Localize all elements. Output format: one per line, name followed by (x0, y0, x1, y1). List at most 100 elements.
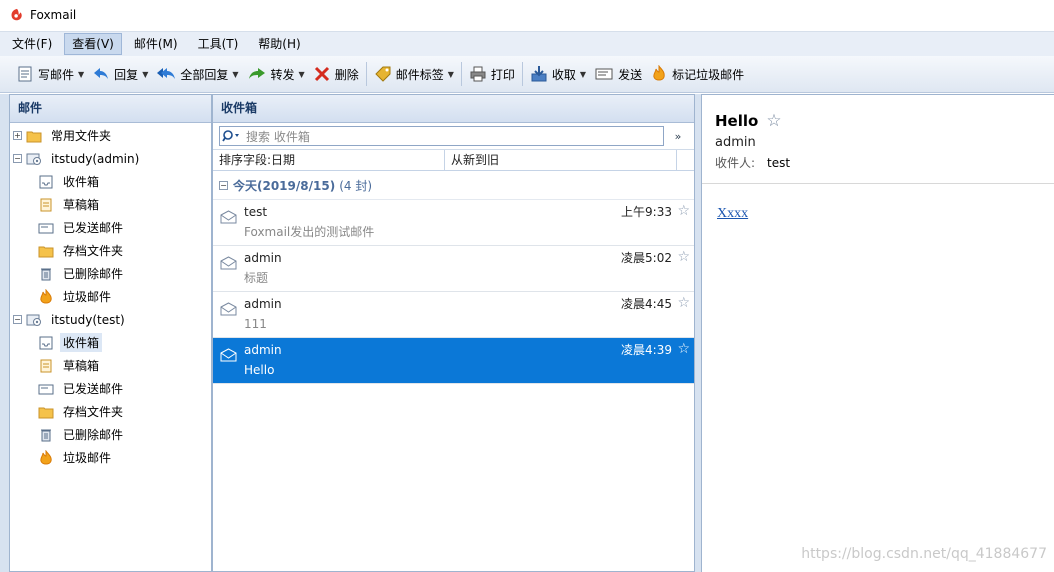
inbox-icon (39, 336, 53, 349)
chevron-down-icon[interactable]: ▼ (232, 70, 238, 79)
star-icon[interactable]: ☆ (677, 249, 690, 265)
menu-view[interactable]: 查看(V) (64, 33, 122, 55)
tree-item-deleted[interactable]: 已删除邮件 (10, 262, 211, 285)
collapse-icon[interactable]: − (13, 154, 22, 163)
recipient-value[interactable]: test (767, 156, 790, 170)
message-title-row: Hello ☆ (715, 111, 1054, 131)
tree-item-spam[interactable]: 垃圾邮件 (10, 285, 211, 308)
message-time: 凌晨4:45 (621, 297, 672, 311)
date-group-header[interactable]: − 今天(2019/8/15) (4 封) (213, 171, 694, 200)
sort-field-column[interactable]: 排序字段:日期 (213, 150, 445, 170)
printer-icon (470, 66, 486, 82)
message-body: Xxxx (702, 184, 1054, 222)
folder-label: 收件箱 (60, 333, 103, 352)
toolbar-separator (521, 62, 523, 86)
menu-mail[interactable]: 邮件(M) (126, 33, 186, 55)
collapse-icon[interactable]: − (13, 315, 22, 324)
tree-item-archive[interactable]: 存档文件夹 (10, 400, 211, 423)
mark-spam-button[interactable]: 标记垃圾邮件 (646, 59, 748, 89)
collapse-icon[interactable]: − (219, 180, 228, 190)
envelope-open-icon (220, 348, 237, 362)
tree-item-account-test[interactable]: − itstudy(test) (10, 308, 211, 331)
send-button[interactable]: 发送 (590, 59, 646, 89)
message-sender: admin (244, 297, 282, 311)
message-time: 上午9:33 (621, 205, 672, 219)
compose-label: 写邮件 (38, 67, 75, 82)
flame-icon (653, 65, 665, 81)
delete-icon (314, 66, 329, 82)
mark-spam-label: 标记垃圾邮件 (672, 67, 745, 82)
tree-item-drafts[interactable]: 草稿箱 (10, 354, 211, 377)
trash-icon (41, 429, 51, 441)
reply-all-label: 全部回复 (180, 67, 229, 82)
account-icon (26, 153, 41, 165)
message-item-selected[interactable]: admin Hello 凌晨4:39 ☆ (213, 338, 694, 384)
envelope-icon (220, 302, 237, 316)
compose-button[interactable]: 写邮件 ▼ (12, 59, 88, 89)
sort-order-column[interactable]: 从新到旧 (445, 150, 677, 170)
print-button[interactable]: 打印 (465, 59, 519, 89)
tag-label: 邮件标签 (395, 67, 444, 82)
compose-icon (18, 66, 32, 82)
tree-item-sent[interactable]: 已发送邮件 (10, 377, 211, 400)
forward-button[interactable]: 转发 ▼ (243, 59, 309, 89)
expand-icon[interactable]: + (13, 131, 22, 140)
drafts-icon (40, 198, 52, 211)
foxmail-logo-icon (11, 8, 22, 21)
recipient-label: 收件人: (715, 156, 756, 170)
receive-button[interactable]: 收取 ▼ (526, 59, 590, 89)
reply-all-button[interactable]: 全部回复 ▼ (152, 59, 242, 89)
tree-item-common-folders[interactable]: + 常用文件夹 (10, 124, 211, 147)
chevron-down-icon[interactable]: ▼ (142, 70, 148, 79)
toolbar-separator (365, 62, 367, 86)
toolbar: 写邮件 ▼ 回复 ▼ 全部回复 ▼ 转发 ▼ 删除 邮件标签 ▼ 打印 收取 ▼… (0, 56, 1054, 93)
flame-icon (40, 288, 52, 303)
chevron-down-icon[interactable]: ▼ (580, 70, 586, 79)
tree-item-drafts[interactable]: 草稿箱 (10, 193, 211, 216)
chevron-down-icon[interactable]: ▼ (78, 70, 84, 79)
star-icon[interactable]: ☆ (766, 111, 781, 131)
message-from[interactable]: admin (715, 135, 1054, 150)
forward-label: 转发 (270, 67, 295, 82)
chevron-down-icon[interactable]: ▼ (448, 70, 454, 79)
menu-file[interactable]: 文件(F) (4, 33, 60, 55)
tree-item-deleted[interactable]: 已删除邮件 (10, 423, 211, 446)
tree-item-sent[interactable]: 已发送邮件 (10, 216, 211, 239)
frame-splitter[interactable] (694, 94, 701, 572)
title-bar: Foxmail (0, 0, 1054, 30)
receive-icon (531, 66, 547, 82)
menu-help[interactable]: 帮助(H) (250, 33, 308, 55)
tree-item-inbox[interactable]: 收件箱 (10, 170, 211, 193)
message-item[interactable]: test Foxmail发出的测试邮件 上午9:33 ☆ (213, 200, 694, 246)
folder-label: 垃圾邮件 (63, 290, 112, 304)
search-input[interactable]: 搜索 收件箱 (219, 126, 664, 146)
account-name: itstudy(admin) (51, 151, 140, 166)
tree-item-account-admin[interactable]: − itstudy(admin) (10, 147, 211, 170)
message-list-pane: 收件箱 搜索 收件箱 » 排序字段:日期 从新到旧 − 今天(2019/8/15… (212, 94, 695, 572)
folder-label: 已发送邮件 (63, 221, 124, 235)
message-sender: admin (244, 251, 282, 265)
folder-label: 已删除邮件 (63, 267, 124, 281)
tree-item-inbox[interactable]: 收件箱 (10, 331, 211, 354)
sort-header: 排序字段:日期 从新到旧 (213, 150, 694, 171)
expand-search-icon[interactable]: » (668, 130, 688, 143)
frame-gutter (0, 94, 9, 572)
message-item[interactable]: admin 标题 凌晨5:02 ☆ (213, 246, 694, 292)
tag-button[interactable]: 邮件标签 ▼ (370, 59, 458, 89)
reply-button[interactable]: 回复 ▼ (88, 59, 152, 89)
chevron-down-icon[interactable]: ▼ (299, 70, 305, 79)
message-item[interactable]: admin 111 凌晨4:45 ☆ (213, 292, 694, 338)
folder-label: 草稿箱 (63, 359, 100, 373)
delete-button[interactable]: 删除 (309, 59, 363, 89)
body-link[interactable]: Xxxx (717, 206, 748, 221)
star-icon[interactable]: ☆ (677, 203, 690, 219)
search-icon[interactable] (222, 129, 242, 143)
message-time: 凌晨5:02 (621, 251, 672, 265)
star-icon[interactable]: ☆ (677, 341, 690, 357)
menu-tools[interactable]: 工具(T) (190, 33, 247, 55)
tree-item-archive[interactable]: 存档文件夹 (10, 239, 211, 262)
folder-label: 已发送邮件 (63, 382, 124, 396)
star-icon[interactable]: ☆ (677, 295, 690, 311)
tree-item-spam[interactable]: 垃圾邮件 (10, 446, 211, 469)
message-subject: 标题 (244, 271, 269, 285)
